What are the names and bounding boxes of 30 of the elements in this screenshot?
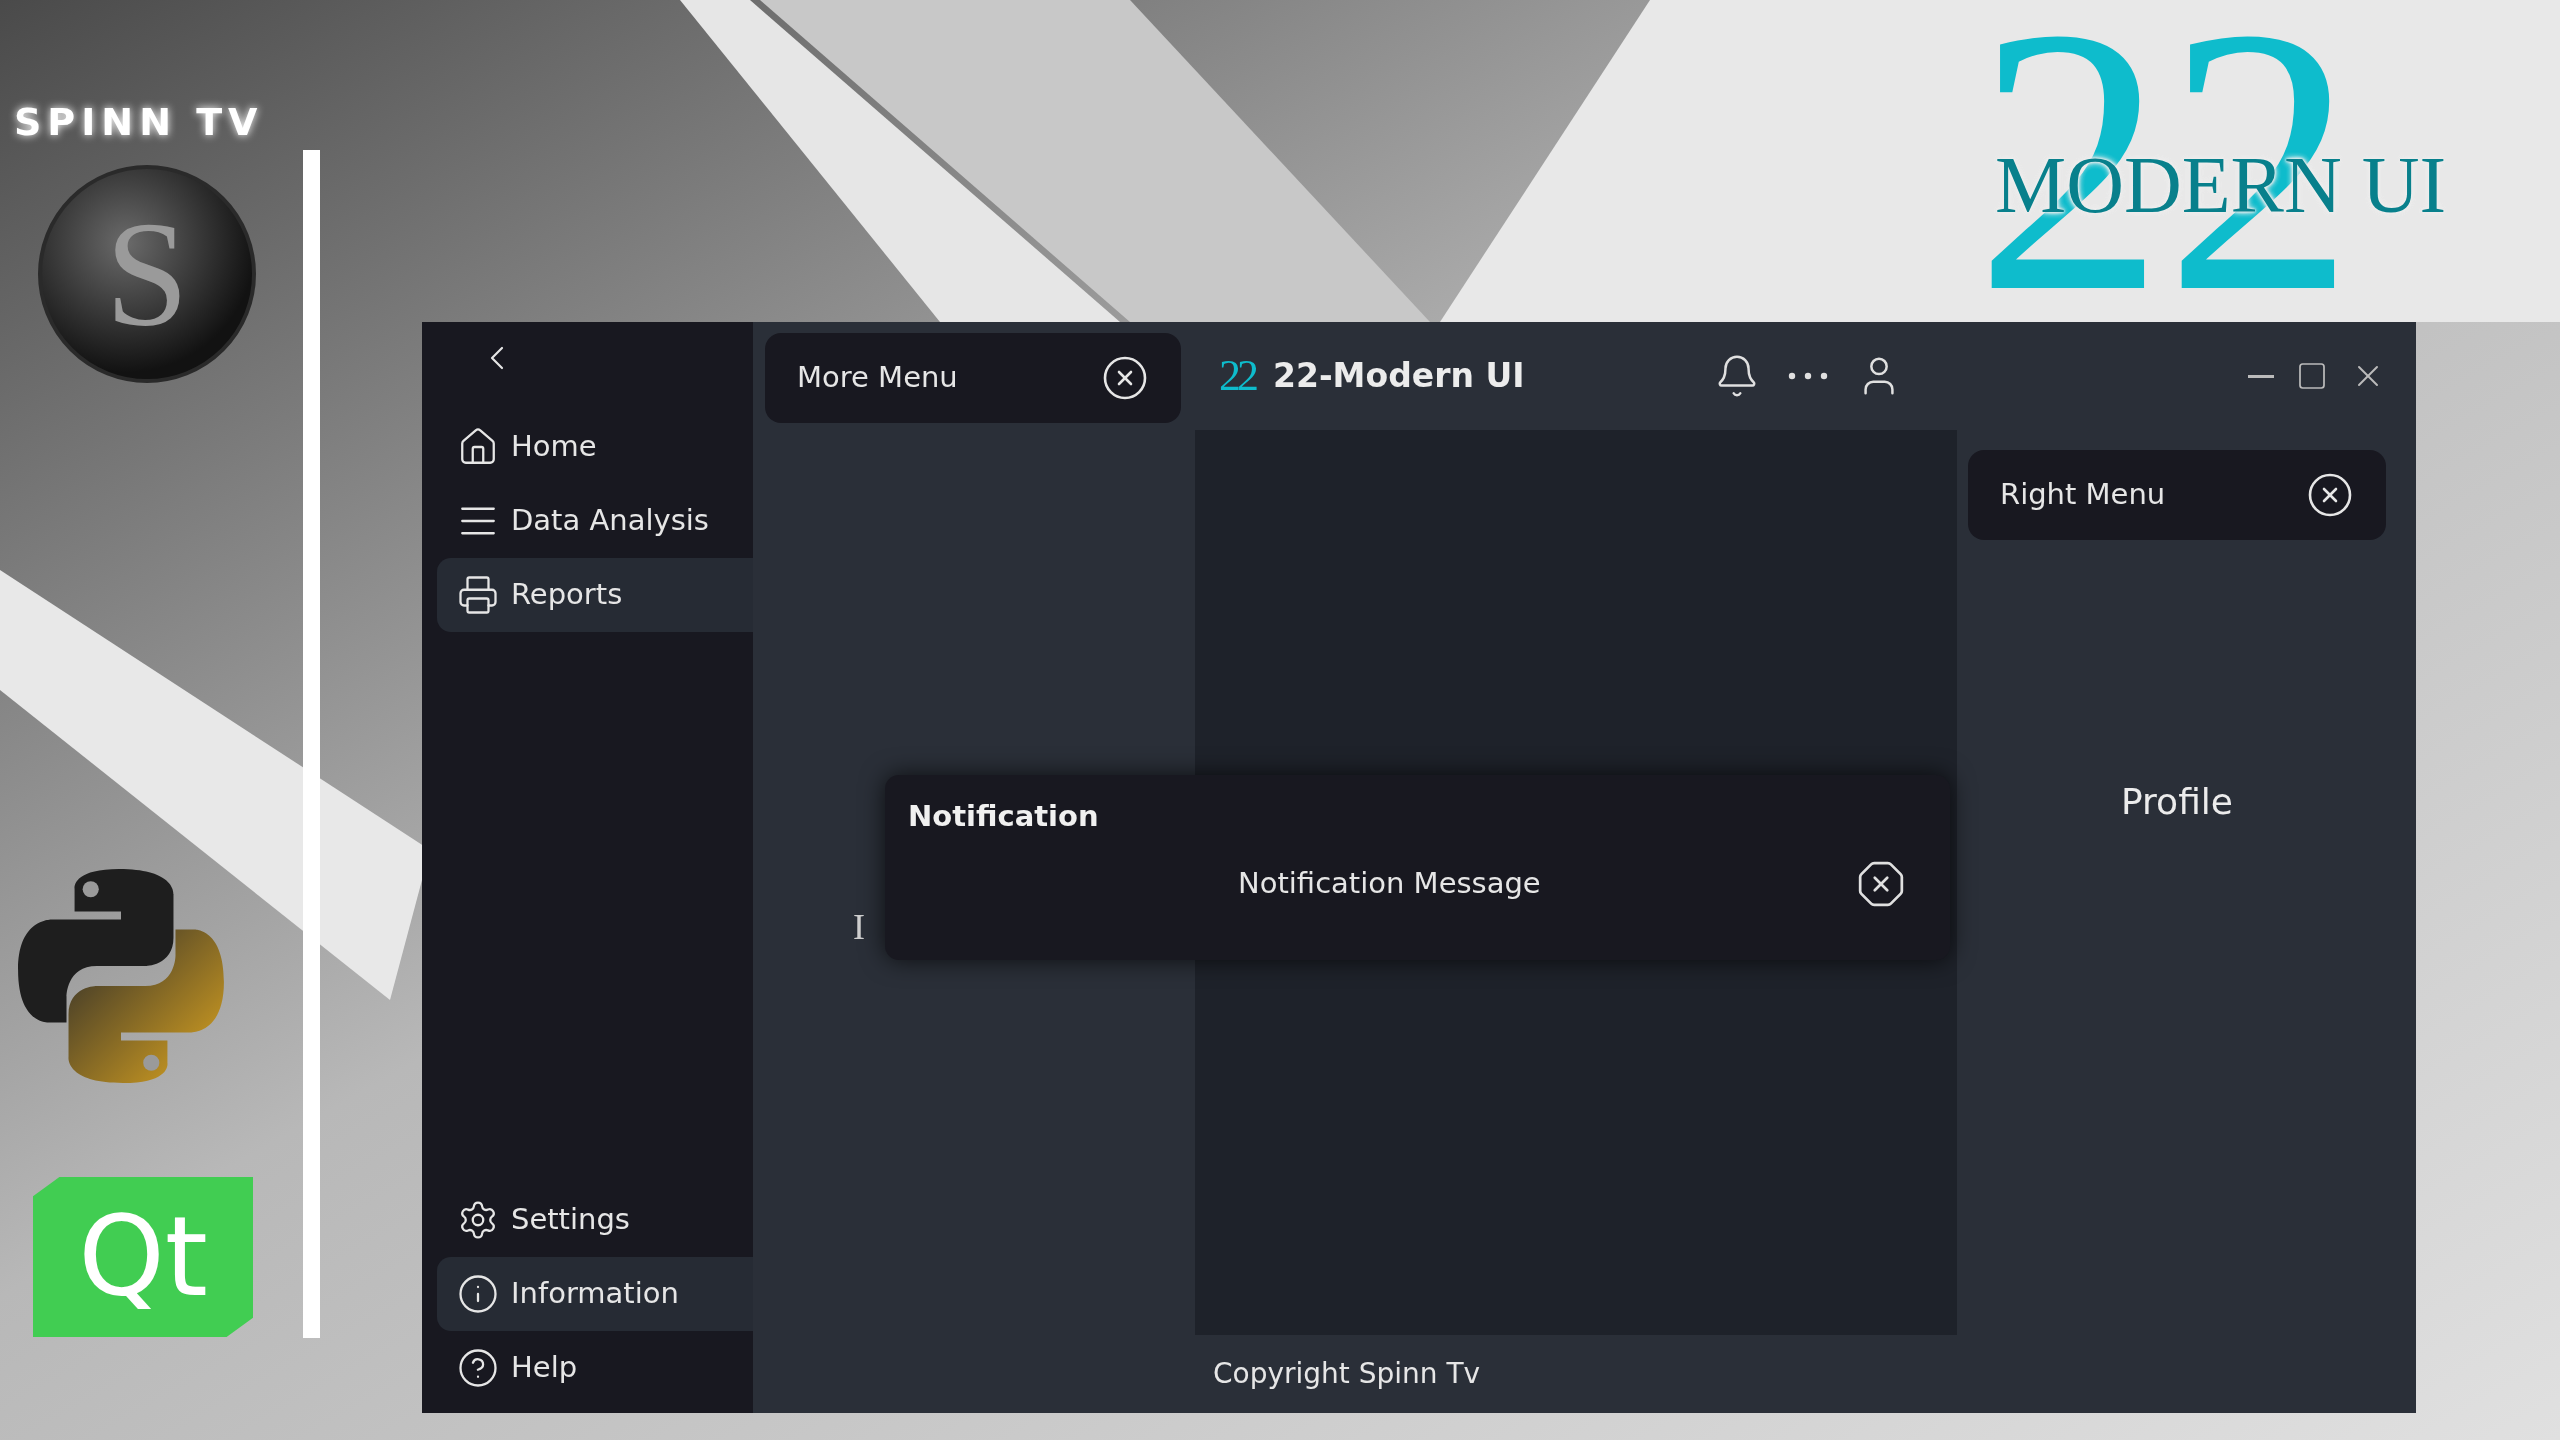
close-icon xyxy=(1101,354,1149,402)
sidebar-item[interactable]: Help xyxy=(437,1331,753,1405)
close-more-menu-button[interactable] xyxy=(1101,354,1149,402)
notification-message: Notification Message xyxy=(1238,864,1541,902)
info-icon xyxy=(457,1273,499,1315)
sidebar-item[interactable]: Settings xyxy=(437,1183,753,1257)
help-icon xyxy=(457,1347,499,1389)
menu-title: Right Menu xyxy=(2000,476,2166,514)
copyright-text: Copyright Spinn Tv xyxy=(1213,1356,1481,1392)
close-right-menu-button[interactable] xyxy=(2306,471,2354,519)
notification-title: Notification xyxy=(908,798,1100,835)
partial-text: I xyxy=(853,906,865,949)
channel-name: SPINN TV xyxy=(14,99,264,146)
profile-label: Profile xyxy=(2121,780,2233,824)
sidebar-item[interactable]: Information xyxy=(437,1257,753,1331)
qt-logo: Qt xyxy=(33,1177,253,1337)
menu-title: More Menu xyxy=(797,359,958,397)
sidebar-item[interactable]: Home xyxy=(437,410,753,484)
sidebar-item[interactable]: Data Analysis xyxy=(437,484,753,558)
close-icon xyxy=(2306,471,2354,519)
maximize-button[interactable] xyxy=(2296,360,2328,392)
more-button[interactable] xyxy=(1788,372,1829,380)
printer-icon xyxy=(457,574,499,616)
app-logo: 22 xyxy=(1219,354,1255,398)
minimize-button[interactable] xyxy=(2248,374,2274,378)
ellipsis-icon xyxy=(1788,372,1829,380)
minimize-icon xyxy=(2248,374,2274,378)
sidebar-item[interactable]: Reports xyxy=(437,558,753,632)
window-title: 22-Modern UI xyxy=(1273,355,1525,398)
maximize-icon xyxy=(2296,360,2328,392)
